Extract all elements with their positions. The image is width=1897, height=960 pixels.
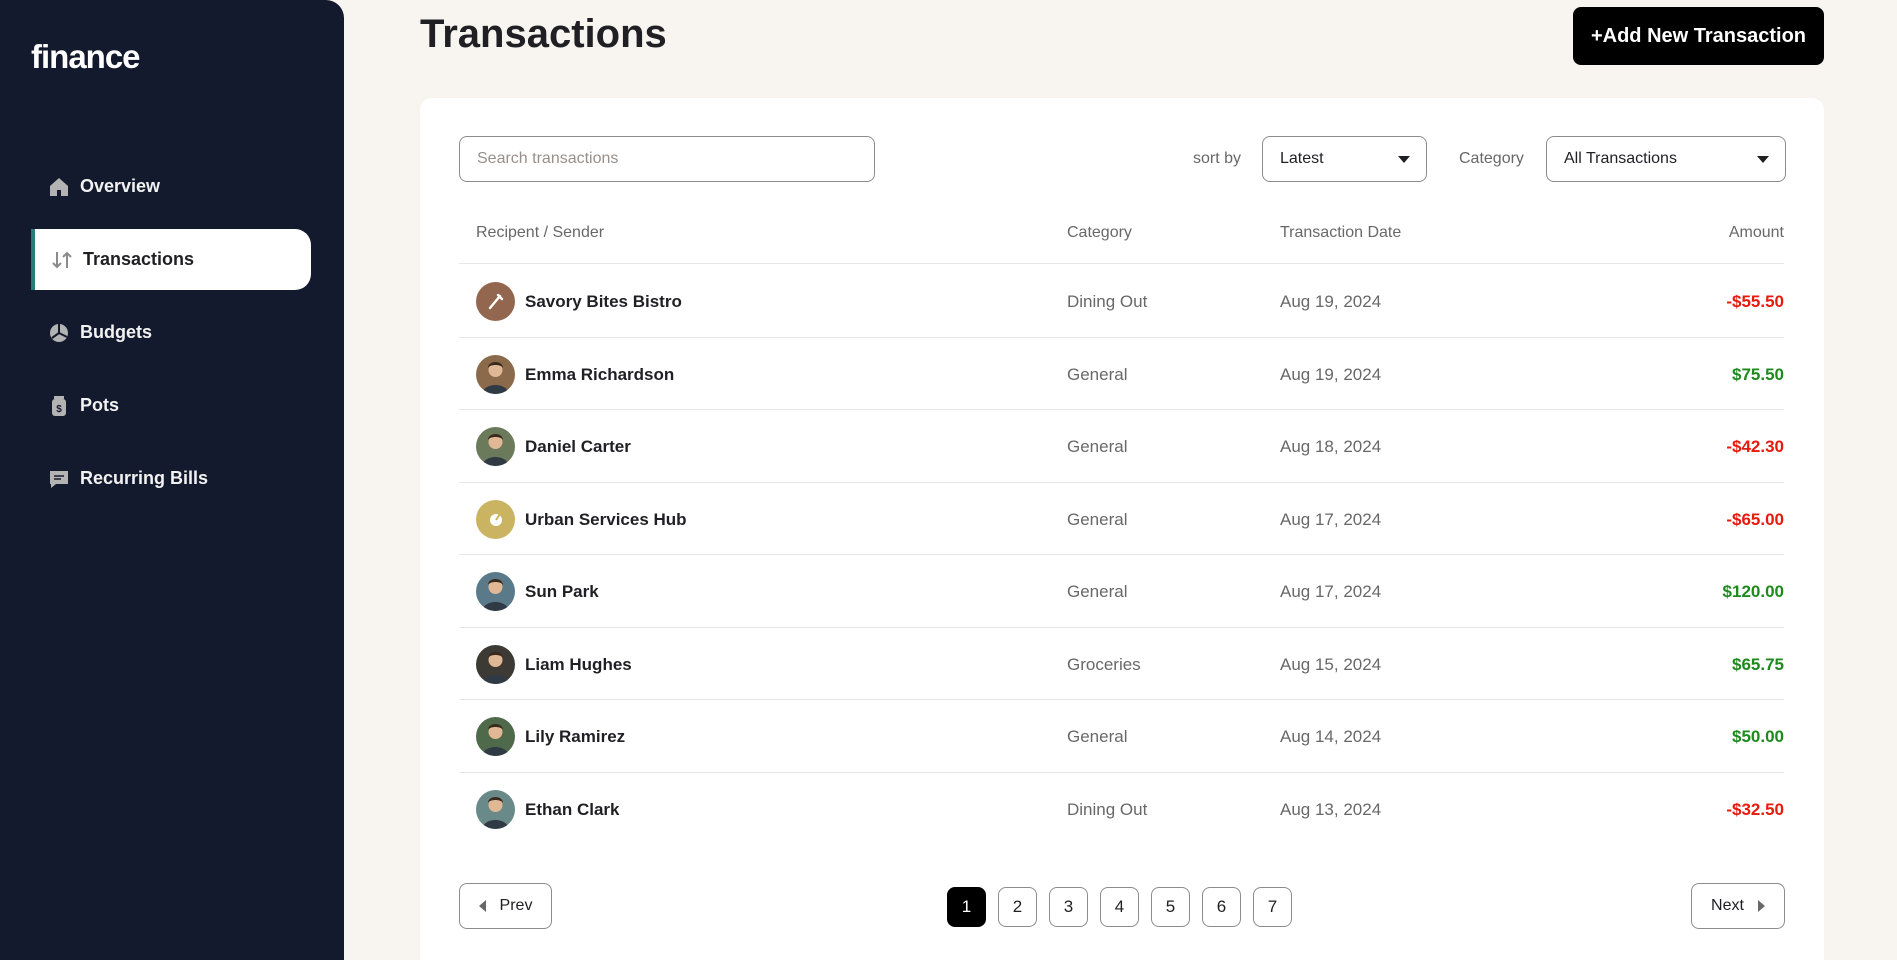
- avatar: [476, 789, 515, 829]
- avatar: [476, 644, 515, 684]
- next-button[interactable]: Next: [1691, 883, 1785, 929]
- transaction-amount: $65.75: [1732, 654, 1784, 674]
- transaction-category: General: [1067, 437, 1128, 456]
- transaction-date: Aug 13, 2024: [1280, 799, 1382, 819]
- prev-label: Prev: [499, 897, 533, 914]
- sidebar: finance Overview Transactions Budgets $ …: [0, 0, 344, 960]
- transaction-amount: $120.00: [1722, 582, 1784, 601]
- receipt-icon: [48, 468, 70, 490]
- page-button[interactable]: 3: [1049, 887, 1088, 927]
- category-label: Category: [1459, 150, 1524, 167]
- transactions-icon: [51, 249, 73, 271]
- page-button[interactable]: 6: [1202, 887, 1241, 927]
- recipient-name: Urban Services Hub: [525, 509, 687, 529]
- transaction-amount: $75.50: [1732, 364, 1784, 384]
- recipient-name: Emma Richardson: [525, 364, 675, 384]
- table-row[interactable]: Emma Richardson General Aug 19, 2024 $75.50: [459, 338, 1784, 410]
- sidebar-item-recurring-bills[interactable]: Recurring Bills: [0, 448, 311, 509]
- caret-right-icon: [1757, 900, 1765, 912]
- transactions-table: Savory Bites Bistro Dining Out Aug 19, 202…: [459, 265, 1784, 845]
- recipient-name: Daniel Carter: [525, 437, 631, 456]
- sort-select[interactable]: Latest: [1262, 136, 1427, 182]
- sidebar-item-label: Budgets: [80, 322, 152, 342]
- transaction-date: Aug 15, 2024: [1280, 654, 1382, 674]
- transaction-category: General: [1067, 727, 1128, 746]
- app-logo: finance: [31, 38, 141, 75]
- transaction-amount: -$55.50: [1726, 292, 1784, 311]
- page-button[interactable]: 1: [947, 887, 986, 927]
- header-category: Category: [1067, 224, 1132, 241]
- utensils-icon: [476, 282, 515, 321]
- page-button[interactable]: 2: [998, 887, 1037, 927]
- table-row[interactable]: Savory Bites Bistro Dining Out Aug 19, 202…: [459, 265, 1784, 338]
- avatar: [476, 427, 515, 466]
- transaction-date: Aug 17, 2024: [1280, 582, 1382, 601]
- sort-value: Latest: [1280, 150, 1324, 167]
- page-title: Transactions: [420, 12, 667, 56]
- sidebar-item-label: Overview: [80, 176, 161, 196]
- transaction-date: Aug 18, 2024: [1280, 437, 1382, 456]
- page-button[interactable]: 7: [1253, 887, 1292, 927]
- sort-label: sort by: [1193, 150, 1242, 167]
- table-row[interactable]: Liam Hughes Groceries Aug 15, 2024 $65.75: [459, 628, 1784, 700]
- page-button[interactable]: 5: [1151, 887, 1190, 927]
- tool-icon: [476, 499, 515, 539]
- transaction-category: Dining Out: [1067, 292, 1148, 311]
- avatar: [476, 572, 515, 611]
- sidebar-item-label: Recurring Bills: [80, 468, 209, 488]
- recipient-name: Savory Bites Bistro: [525, 292, 682, 311]
- recipient-name: Liam Hughes: [525, 654, 632, 674]
- recipient-name: Sun Park: [525, 582, 599, 601]
- table-header: Recipent / Sender Category Transaction D…: [459, 224, 1784, 264]
- category-value: All Transactions: [1564, 150, 1677, 167]
- header-recipient: Recipent / Sender: [476, 224, 605, 241]
- transaction-date: Aug 14, 2024: [1280, 727, 1382, 746]
- transaction-amount: $50.00: [1732, 727, 1784, 746]
- add-transaction-button[interactable]: +Add New Transaction: [1573, 7, 1824, 65]
- sidebar-item-transactions[interactable]: Transactions: [31, 229, 311, 290]
- transaction-category: Groceries: [1067, 654, 1141, 674]
- header-amount: Amount: [1728, 224, 1784, 241]
- table-row[interactable]: Urban Services Hub General Aug 17, 2024 -$6…: [459, 483, 1784, 555]
- table-row[interactable]: Daniel Carter General Aug 18, 2024 -$42.30: [459, 410, 1784, 483]
- transaction-amount: -$42.30: [1726, 437, 1784, 456]
- avatar: [476, 354, 515, 394]
- svg-text:$: $: [56, 404, 62, 415]
- caret-down-icon: [1757, 155, 1769, 163]
- transaction-date: Aug 17, 2024: [1280, 509, 1382, 529]
- home-icon: [48, 176, 70, 198]
- caret-left-icon: [478, 900, 486, 912]
- sidebar-item-overview[interactable]: Overview: [0, 156, 311, 217]
- next-label: Next: [1711, 897, 1744, 914]
- sidebar-item-budgets[interactable]: Budgets: [0, 302, 311, 363]
- pie-chart-icon: [48, 322, 70, 344]
- transaction-date: Aug 19, 2024: [1280, 364, 1382, 384]
- transaction-category: General: [1067, 509, 1128, 529]
- transactions-card: sort by Latest Category All Transactions…: [420, 98, 1824, 960]
- sidebar-nav: Overview Transactions Budgets $ Pots Rec…: [0, 156, 344, 521]
- category-select[interactable]: All Transactions: [1546, 136, 1786, 182]
- sidebar-item-label: Transactions: [83, 249, 195, 269]
- sidebar-item-label: Pots: [80, 395, 120, 415]
- transaction-amount: -$32.50: [1726, 799, 1784, 819]
- caret-down-icon: [1398, 155, 1410, 163]
- prev-button[interactable]: Prev: [459, 883, 552, 929]
- jar-icon: $: [48, 395, 70, 417]
- avatar: [476, 717, 515, 756]
- table-row[interactable]: Ethan Clark Dining Out Aug 13, 2024 -$32.50: [459, 773, 1784, 846]
- header-date: Transaction Date: [1280, 224, 1402, 241]
- recipient-name: Lily Ramirez: [525, 727, 626, 746]
- transaction-category: General: [1067, 582, 1128, 601]
- transaction-category: General: [1067, 364, 1128, 384]
- search-input[interactable]: [459, 136, 875, 182]
- table-row[interactable]: Sun Park General Aug 17, 2024 $120.00: [459, 555, 1784, 628]
- transaction-date: Aug 19, 2024: [1280, 292, 1382, 311]
- recipient-name: Ethan Clark: [525, 799, 620, 819]
- transaction-category: Dining Out: [1067, 799, 1148, 819]
- table-row[interactable]: Lily Ramirez General Aug 14, 2024 $50.00: [459, 700, 1784, 773]
- sidebar-item-pots[interactable]: $ Pots: [0, 375, 311, 436]
- transaction-amount: -$65.00: [1726, 509, 1784, 529]
- page-button[interactable]: 4: [1100, 887, 1139, 927]
